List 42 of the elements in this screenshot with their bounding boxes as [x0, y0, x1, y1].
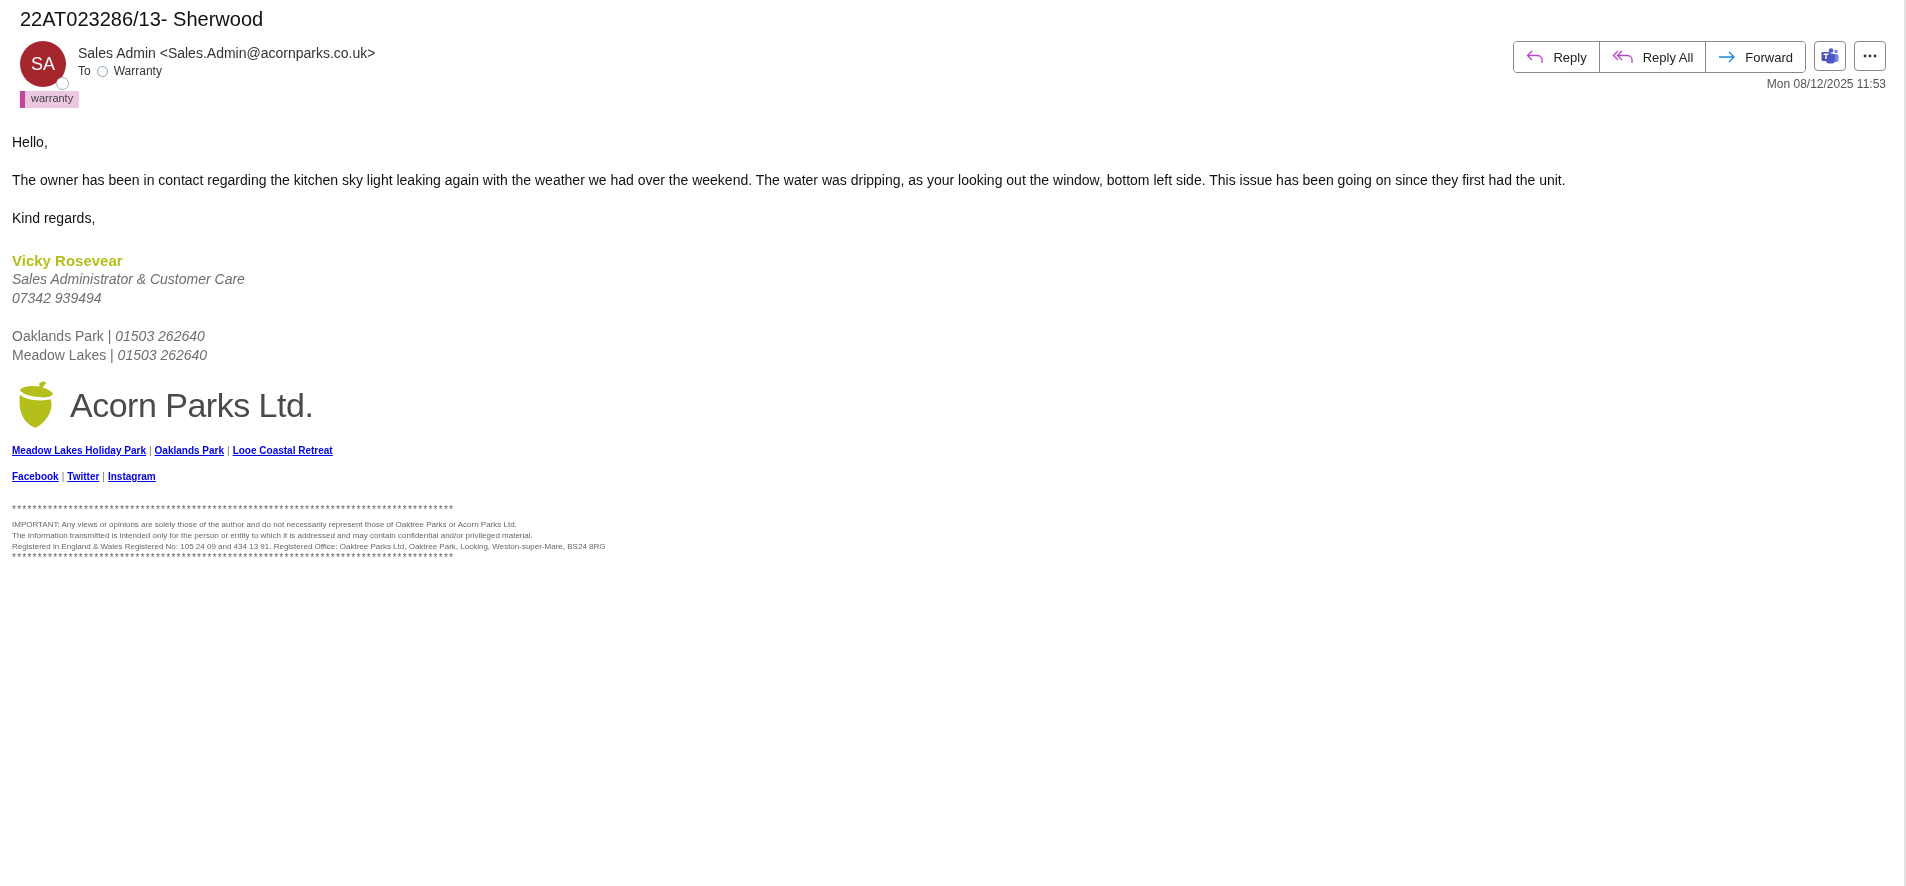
sender-address: Sales Admin <Sales.Admin@acornparks.co.uk> [78, 45, 376, 61]
signature-link[interactable]: Facebook [12, 471, 59, 482]
signature-job-title: Sales Administrator & Customer Care [12, 270, 246, 289]
asterisk-rule: ************************************************************************************** [12, 552, 456, 563]
reply-all-icon [1611, 50, 1634, 64]
avatar-initials: SA [31, 53, 55, 75]
signature-name: Vicky Rosevear [12, 251, 124, 270]
signature-link[interactable]: Looe Coastal Retreat [232, 445, 333, 456]
presence-status-icon [56, 77, 69, 90]
message-paragraph: The owner has been in contact regarding the kitchen sky light leaking again with the weather we had over the weekend. The water was dripping, as your looking out the window, bottom left side. This issue has been going on since they first had the unit. [12, 172, 1567, 189]
site-name: Oaklands Park | [12, 328, 112, 344]
more-icon [1863, 54, 1877, 58]
disclaimer-text: IMPORTANT: Any views or opinions are solely those of the author and do not necessarily represent those of Oaktree Parks or Acorn Parks Ltd. [12, 519, 518, 530]
site-phone: 01503 262640 [117, 347, 208, 363]
signature-link[interactable]: Meadow Lakes Holiday Park [12, 445, 146, 456]
signature-link[interactable]: Twitter [67, 471, 100, 482]
to-label: To [78, 64, 91, 78]
site-phone: 01503 262640 [115, 328, 205, 344]
closing-text: Kind regards, [12, 210, 97, 227]
email-subject: 22AT023286/13- Sherwood [20, 8, 265, 31]
greeting-text: Hello, [12, 134, 49, 151]
recipient-name[interactable]: Warranty [113, 64, 162, 78]
forward-button[interactable]: Forward [1705, 42, 1805, 72]
link-separator: | [148, 445, 152, 456]
reply-icon [1526, 50, 1545, 64]
asterisk-rule: ************************************************************************************** [12, 504, 456, 515]
site-name: Meadow Lakes | [12, 347, 114, 363]
link-separator: | [227, 445, 230, 456]
teams-icon [1821, 47, 1839, 65]
more-options-button[interactable] [1854, 41, 1886, 71]
category-label: warranty [25, 91, 80, 108]
signature-phone: 07342 939494 [12, 289, 103, 308]
signature-link[interactable]: Instagram [107, 471, 156, 482]
teams-button[interactable] [1814, 41, 1846, 71]
disclaimer-text: Registered in England & Wales Registered No: 105 24 09 and 434 13 91. Registered Office: Oaktree Parks Ltd, Oaktree Park, Locking, Weston-super-Mare, BS24 8RG [12, 541, 607, 552]
link-separator: | [102, 471, 105, 482]
sent-date: Mon 08/12/2025 11:53 [1766, 77, 1886, 91]
company-logo-text: Acorn Parks Ltd. [70, 385, 314, 425]
forward-icon [1718, 51, 1737, 63]
link-separator: | [61, 471, 65, 482]
signature-link[interactable]: Oaklands Park [154, 445, 225, 456]
disclaimer-text: The information transmitted is intended only for the person or entity to which it is addressed and may contain confidential and/or privileged material. [12, 530, 534, 541]
